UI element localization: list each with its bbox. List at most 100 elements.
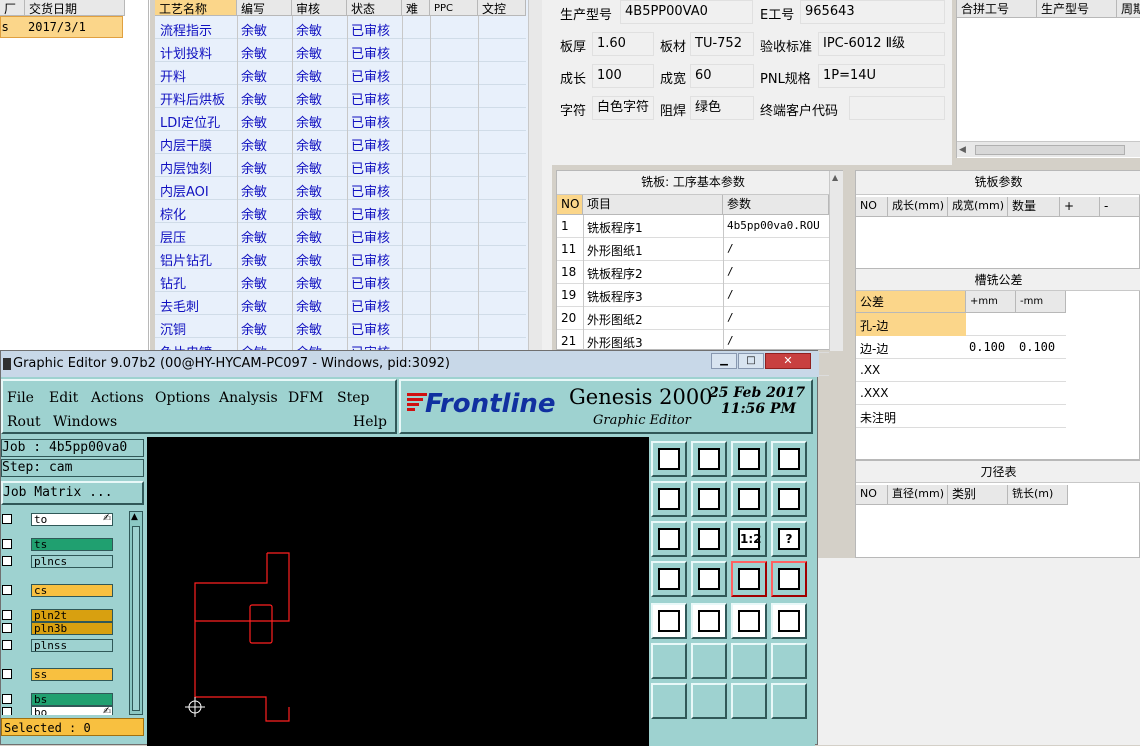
col-merge-model[interactable]: 生产型号 bbox=[1037, 0, 1117, 18]
close-button[interactable]: ✕ bbox=[765, 353, 811, 369]
material-field[interactable]: TU-752 bbox=[690, 32, 754, 56]
col-author[interactable]: 编写 bbox=[237, 0, 292, 16]
fillet-button[interactable] bbox=[771, 683, 807, 719]
pan-right-button[interactable] bbox=[691, 481, 727, 517]
layer-name[interactable]: bs bbox=[31, 693, 113, 706]
layer-name[interactable]: ss bbox=[31, 668, 113, 681]
layer-name[interactable]: plncs bbox=[31, 555, 113, 568]
layer-checkbox[interactable] bbox=[2, 585, 12, 595]
width-field[interactable]: 60 bbox=[690, 64, 754, 88]
col-merge-job[interactable]: 合拼工号 bbox=[957, 0, 1037, 18]
col-mp-minus[interactable]: - bbox=[1100, 197, 1140, 217]
col-doc-control[interactable]: 文控 bbox=[478, 0, 526, 16]
table-row[interactable] bbox=[856, 359, 1066, 382]
col-difficulty[interactable]: 难 bbox=[402, 0, 430, 16]
minimize-button[interactable]: ▁ bbox=[711, 353, 737, 369]
menu-actions[interactable]: Actions bbox=[91, 390, 144, 406]
col-mp-qty[interactable]: 数量 bbox=[1008, 197, 1060, 217]
table-row[interactable] bbox=[155, 269, 526, 292]
mill-scrollbar[interactable]: ▲ bbox=[829, 171, 843, 351]
layer-checkbox[interactable] bbox=[2, 694, 12, 704]
redraw-button[interactable] bbox=[771, 481, 807, 517]
layer-name[interactable]: cs bbox=[31, 584, 113, 597]
graphic-canvas[interactable] bbox=[147, 437, 649, 746]
snap-red2-button[interactable] bbox=[771, 561, 807, 597]
layer-name[interactable]: bo bbox=[31, 706, 113, 715]
standard-field[interactable]: IPC-6012 Ⅱ级 bbox=[818, 32, 945, 56]
menu-windows[interactable]: Windows bbox=[53, 414, 117, 430]
angle-button[interactable] bbox=[651, 683, 687, 719]
menu-analysis[interactable]: Analysis bbox=[219, 390, 278, 406]
layer-name[interactable]: pln2t bbox=[31, 609, 113, 622]
col-tool-no[interactable]: NO bbox=[856, 485, 888, 505]
layer-name[interactable]: to bbox=[31, 513, 113, 526]
col-merge-cycle[interactable]: 周期 bbox=[1117, 0, 1140, 18]
col-mill-item[interactable]: 项目 bbox=[583, 195, 723, 215]
col-mill-no[interactable]: NO bbox=[557, 195, 583, 215]
table-row[interactable] bbox=[155, 315, 526, 338]
layer-checkbox[interactable] bbox=[2, 610, 12, 620]
layer-name[interactable]: pln3b bbox=[31, 622, 113, 635]
menu-options[interactable]: Options bbox=[155, 390, 210, 406]
layer-checkbox[interactable] bbox=[2, 623, 12, 633]
layer-checkbox[interactable] bbox=[2, 707, 12, 715]
col-tol-name[interactable]: 公差 bbox=[856, 291, 966, 313]
col-tol-plus[interactable]: +mm bbox=[966, 291, 1016, 313]
length-field[interactable]: 100 bbox=[592, 64, 654, 88]
soldermask-field[interactable]: 绿色 bbox=[690, 96, 754, 120]
merge-hscroll[interactable]: ◀ bbox=[957, 141, 1140, 157]
job-matrix-button[interactable]: Job Matrix ... bbox=[1, 481, 144, 505]
customer-code-field[interactable] bbox=[849, 96, 945, 120]
ejob-field[interactable]: 965643 bbox=[800, 0, 945, 24]
thickness-field[interactable]: 1.60 bbox=[592, 32, 654, 56]
menu-rout[interactable]: Rout bbox=[7, 414, 41, 430]
col-mp-length[interactable]: 成长(mm) bbox=[888, 197, 948, 217]
col-reviewer[interactable]: 审核 bbox=[292, 0, 347, 16]
polygon-button[interactable] bbox=[691, 603, 727, 639]
layer-checkbox[interactable] bbox=[2, 669, 12, 679]
table-row[interactable] bbox=[155, 62, 526, 85]
col-process-name[interactable]: 工艺名称 bbox=[155, 0, 237, 16]
menu-help[interactable]: Help bbox=[353, 414, 387, 430]
col-delivery-date[interactable]: 交货日期 bbox=[25, 0, 125, 16]
zoom-center-button[interactable] bbox=[691, 521, 727, 557]
layer-checkbox[interactable] bbox=[2, 556, 12, 566]
table-row[interactable] bbox=[155, 223, 526, 246]
window-split-button[interactable] bbox=[771, 441, 807, 477]
col-factory[interactable]: 厂 bbox=[0, 0, 25, 16]
col-tol-minus[interactable]: -mm bbox=[1016, 291, 1066, 313]
pnl-field[interactable]: 1P=14U bbox=[818, 64, 945, 88]
arc-button[interactable] bbox=[731, 683, 767, 719]
col-mill-param[interactable]: 参数 bbox=[723, 195, 829, 215]
col-tool-type[interactable]: 类别 bbox=[948, 485, 1008, 505]
process-scrollbar[interactable] bbox=[528, 0, 542, 350]
layer-name[interactable]: ts bbox=[31, 538, 113, 551]
col-mp-width[interactable]: 成宽(mm) bbox=[948, 197, 1008, 217]
help-button[interactable]: ? bbox=[771, 521, 807, 557]
scale-button[interactable]: 1:2 bbox=[731, 521, 767, 557]
snap-red-button[interactable] bbox=[731, 561, 767, 597]
pan-left-button[interactable] bbox=[651, 481, 687, 517]
table-row[interactable] bbox=[155, 200, 526, 223]
pad-add-button[interactable] bbox=[651, 603, 687, 639]
ruler-button[interactable] bbox=[731, 603, 767, 639]
cross-button[interactable] bbox=[691, 643, 727, 679]
menu-edit[interactable]: Edit bbox=[49, 390, 78, 406]
line-point-button[interactable] bbox=[731, 643, 767, 679]
menu-file[interactable]: File bbox=[7, 390, 34, 406]
model-field[interactable]: 4B5PP00VA0 bbox=[620, 0, 753, 24]
table-row[interactable] bbox=[155, 292, 526, 315]
silkscreen-field[interactable]: 白色字符 bbox=[592, 96, 654, 120]
layer-checkbox[interactable] bbox=[2, 539, 12, 549]
slash-line-button[interactable] bbox=[691, 683, 727, 719]
import-down-button[interactable] bbox=[691, 441, 727, 477]
genesis-titlebar[interactable]: Graphic Editor 9.07b2 (00@HY-HYCAM-PC097… bbox=[1, 351, 819, 377]
col-tool-length[interactable]: 铣长(m) bbox=[1008, 485, 1068, 505]
col-mp-plus[interactable]: + bbox=[1060, 197, 1100, 217]
col-ppc[interactable]: PPC bbox=[430, 0, 478, 16]
line-point2-button[interactable] bbox=[771, 643, 807, 679]
grid-button[interactable] bbox=[691, 561, 727, 597]
col-tool-diameter[interactable]: 直径(mm) bbox=[888, 485, 948, 505]
layer-checkbox[interactable] bbox=[2, 514, 12, 524]
table-row[interactable] bbox=[155, 177, 526, 200]
